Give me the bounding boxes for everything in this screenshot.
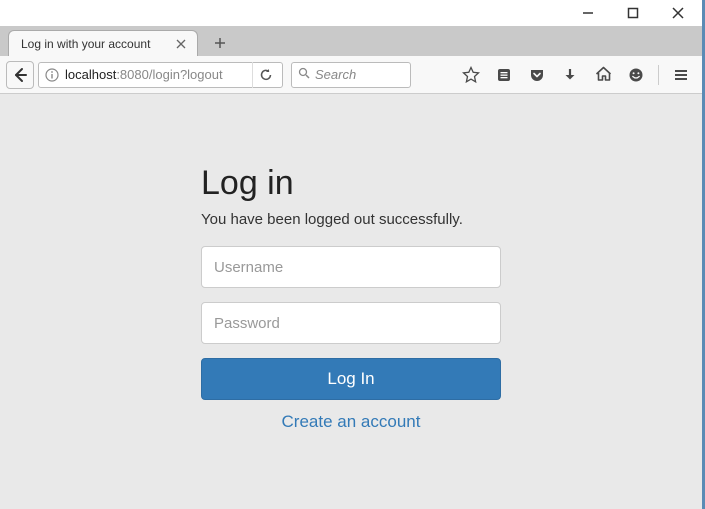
tab-title: Log in with your account <box>21 37 165 51</box>
address-bar[interactable]: localhost:8080/login?logout <box>38 62 283 88</box>
downloads-icon[interactable] <box>555 61 585 89</box>
toolbar-separator <box>658 65 659 85</box>
login-form: Log in You have been logged out successf… <box>201 164 501 509</box>
home-icon[interactable] <box>588 61 618 89</box>
password-field[interactable] <box>201 302 501 344</box>
login-heading: Log in <box>201 164 501 203</box>
window-titlebar <box>0 0 702 26</box>
hamburger-menu-icon[interactable] <box>666 61 696 89</box>
url-path: /login?logout <box>149 67 223 82</box>
search-icon <box>298 67 310 82</box>
url-port: :8080 <box>116 67 149 82</box>
username-field[interactable] <box>201 246 501 288</box>
pocket-icon[interactable] <box>522 61 552 89</box>
search-placeholder: Search <box>315 67 356 82</box>
tab-strip: Log in with your account <box>0 26 702 56</box>
logout-message: You have been logged out successfully. <box>201 211 501 228</box>
new-tab-button[interactable] <box>206 30 234 56</box>
close-window-button[interactable] <box>655 0 700 26</box>
minimize-button[interactable] <box>565 0 610 26</box>
url-host: localhost <box>65 67 116 82</box>
refresh-button[interactable] <box>252 62 278 88</box>
search-box[interactable]: Search <box>291 62 411 88</box>
browser-tab[interactable]: Log in with your account <box>8 30 198 56</box>
maximize-button[interactable] <box>610 0 655 26</box>
toolbar-icons <box>456 61 696 89</box>
back-button[interactable] <box>6 61 34 89</box>
close-tab-icon[interactable] <box>173 36 189 52</box>
login-button[interactable]: Log In <box>201 358 501 400</box>
library-icon[interactable] <box>489 61 519 89</box>
smiley-icon[interactable] <box>621 61 651 89</box>
url-text: localhost:8080/login?logout <box>65 67 248 82</box>
navigation-toolbar: localhost:8080/login?logout Search <box>0 56 702 94</box>
create-account-link[interactable]: Create an account <box>201 412 501 432</box>
page-content: Log in You have been logged out successf… <box>0 94 702 509</box>
bookmark-star-icon[interactable] <box>456 61 486 89</box>
site-info-icon[interactable] <box>43 66 61 84</box>
